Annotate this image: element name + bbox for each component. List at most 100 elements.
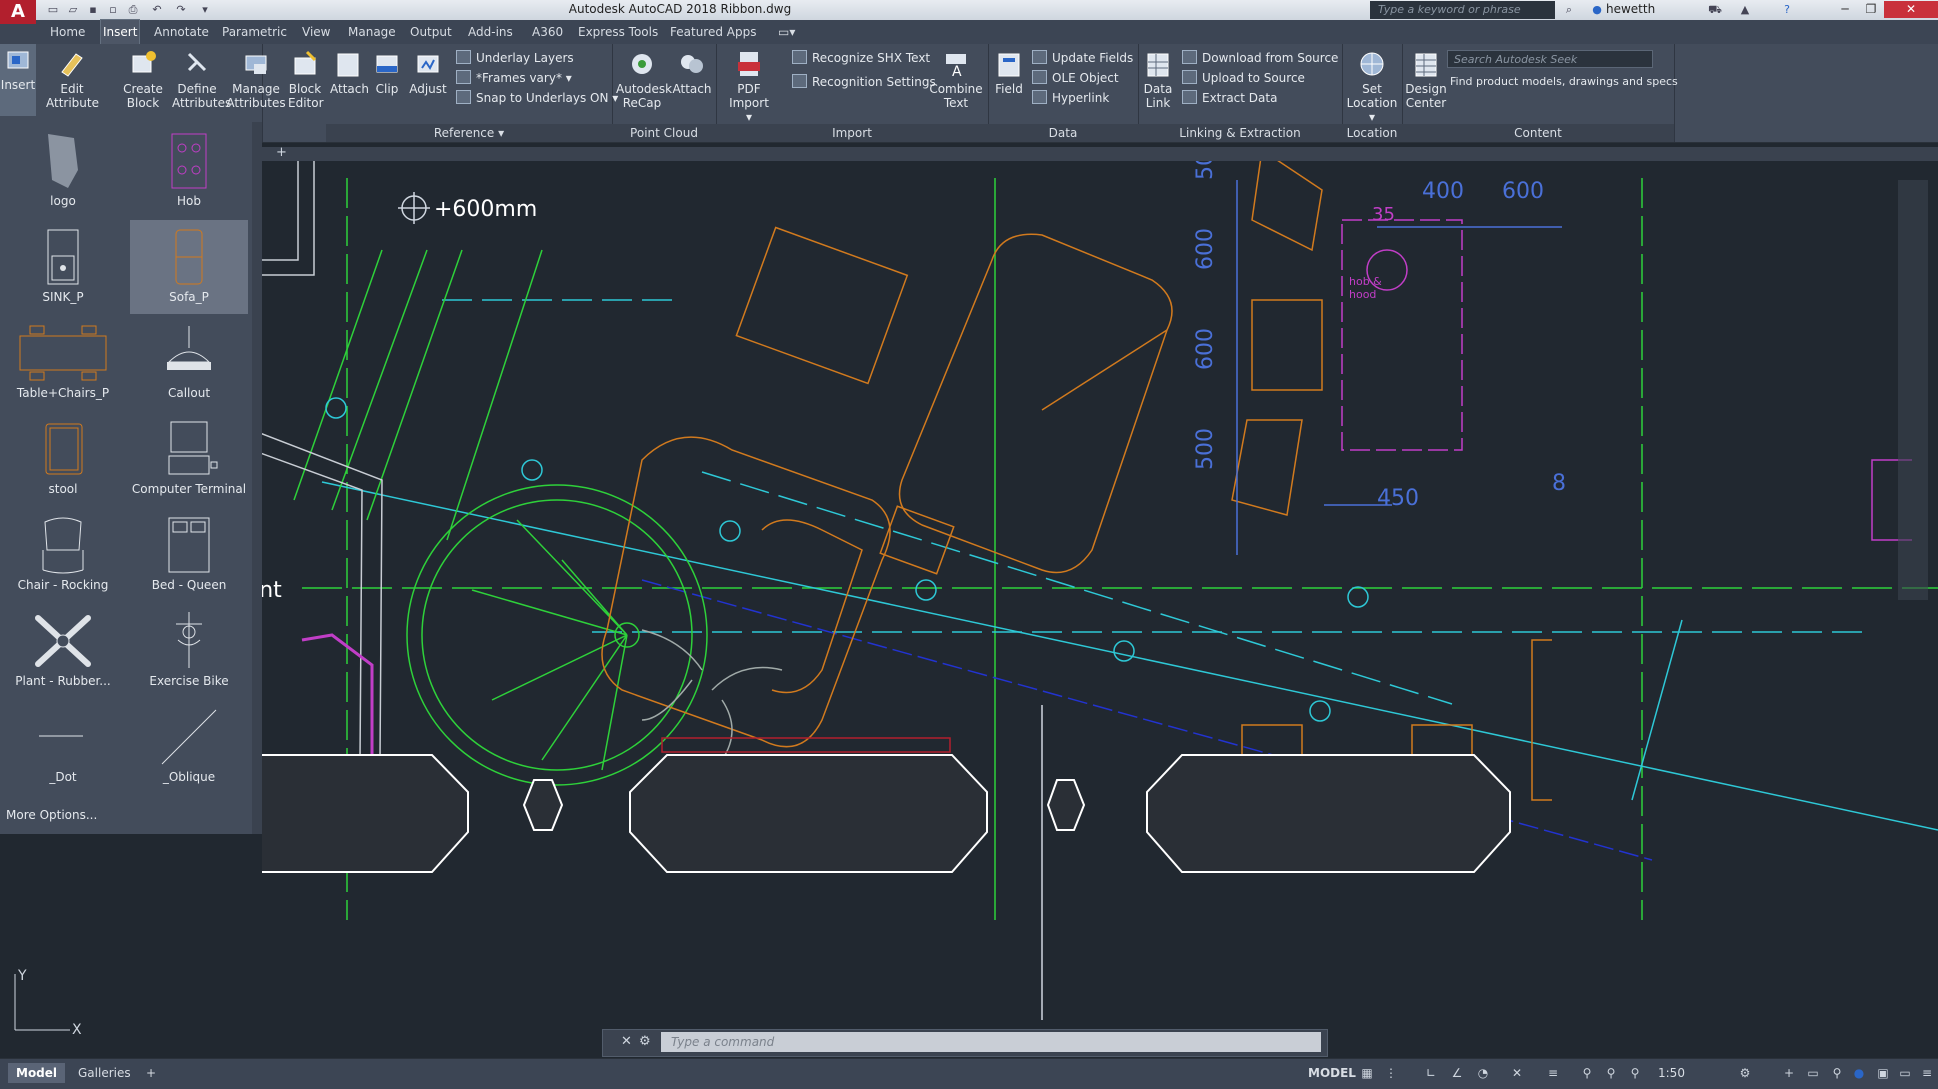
new-tab-icon[interactable]: + bbox=[276, 145, 287, 160]
attach-button[interactable]: Attach bbox=[330, 48, 369, 96]
application-menu-button[interactable]: A bbox=[0, 0, 36, 24]
tab-a360[interactable]: A360 bbox=[530, 20, 565, 44]
field-button[interactable]: Field bbox=[992, 48, 1026, 96]
tool-exercise-bike[interactable]: Exercise Bike bbox=[130, 604, 248, 698]
tab-manage[interactable]: Manage bbox=[346, 20, 398, 44]
tool-hob[interactable]: Hob bbox=[130, 124, 248, 218]
annotation-visibility-icon[interactable]: ⚲ bbox=[1580, 1066, 1594, 1080]
tool-oblique[interactable]: _Oblique bbox=[130, 700, 248, 794]
design-center-button[interactable]: Design Center bbox=[1404, 48, 1448, 110]
tool-plant-rubber[interactable]: Plant - Rubber... bbox=[4, 604, 122, 698]
pdf-import-button[interactable]: PDF Import ▾ bbox=[726, 48, 772, 124]
drawing-canvas[interactable]: +600mm font 400 600 450 8 35 500 600 600… bbox=[262, 160, 1938, 1060]
tool-sofa-p[interactable]: Sofa_P bbox=[130, 220, 248, 314]
tab-output[interactable]: Output bbox=[408, 20, 454, 44]
more-options-link[interactable]: More Options... bbox=[6, 808, 97, 822]
galleries-tab[interactable]: Galleries bbox=[70, 1063, 139, 1083]
tool-callout[interactable]: Callout bbox=[130, 316, 248, 410]
point-cloud-attach-button[interactable]: Attach bbox=[672, 48, 712, 96]
clean-screen-icon[interactable]: ▭ bbox=[1898, 1066, 1912, 1080]
command-input[interactable]: Type a command bbox=[661, 1032, 1321, 1052]
minimize-button[interactable]: ─ bbox=[1832, 1, 1858, 18]
block-editor-button[interactable]: Block Editor bbox=[288, 48, 324, 110]
maximize-button[interactable]: ❐ bbox=[1858, 1, 1884, 18]
tool-label: Bed - Queen bbox=[151, 578, 227, 592]
tab-annotate[interactable]: Annotate bbox=[152, 20, 211, 44]
insert-button[interactable]: Insert bbox=[0, 44, 36, 116]
ole-object-button[interactable]: OLE Object bbox=[1032, 70, 1119, 86]
point-cloud-panel-title: Point Cloud bbox=[612, 124, 716, 142]
tool-logo[interactable]: logo bbox=[4, 124, 122, 218]
tool-sink-p[interactable]: SINK_P bbox=[4, 220, 122, 314]
manage-attributes-button[interactable]: Manage Attributes bbox=[226, 48, 286, 110]
download-from-source-button[interactable]: Download from Source bbox=[1182, 50, 1338, 66]
isodraft-icon[interactable]: ◔ bbox=[1476, 1066, 1490, 1080]
update-fields-button[interactable]: Update Fields bbox=[1032, 50, 1133, 66]
hardware-acceleration-icon[interactable]: ▣ bbox=[1876, 1066, 1890, 1080]
tab-insert[interactable]: Insert bbox=[100, 19, 141, 44]
grid-icon[interactable]: ▦ bbox=[1360, 1066, 1374, 1080]
ucs-x-label: X bbox=[72, 1022, 82, 1038]
help-icon[interactable]: ? bbox=[1780, 3, 1794, 17]
recognize-shx-text-button[interactable]: Recognize SHX Text bbox=[792, 50, 930, 66]
customize-command-icon[interactable]: ⚙ bbox=[639, 1034, 651, 1049]
osnap-icon[interactable]: ✕ bbox=[1510, 1066, 1524, 1080]
autodesk-recap-button[interactable]: Autodesk ReCap bbox=[616, 48, 672, 110]
annotation-scale-dropdown[interactable]: 1:50 bbox=[1650, 1063, 1693, 1083]
tab-view[interactable]: View bbox=[300, 20, 332, 44]
close-command-icon[interactable]: ✕ bbox=[621, 1034, 632, 1049]
polar-icon[interactable]: ∠ bbox=[1450, 1066, 1464, 1080]
combine-text-button[interactable]: A Combine Text bbox=[928, 48, 984, 110]
tab-home[interactable]: Home bbox=[48, 20, 87, 44]
customization-icon[interactable]: ≡ bbox=[1920, 1066, 1934, 1080]
lineweight-icon[interactable]: ≡ bbox=[1546, 1066, 1560, 1080]
quick-properties-icon[interactable]: ⚲ bbox=[1830, 1066, 1844, 1080]
workspace-gear-icon[interactable]: ⚙ bbox=[1738, 1066, 1752, 1080]
set-location-button[interactable]: Set Location ▾ bbox=[1346, 48, 1398, 124]
binoculars-icon[interactable]: ⌕ bbox=[1562, 3, 1576, 17]
snap-icon[interactable]: ⋮ bbox=[1384, 1066, 1398, 1080]
close-button[interactable]: ✕ bbox=[1884, 1, 1938, 18]
hyperlink-button[interactable]: Hyperlink bbox=[1032, 90, 1109, 106]
underlay-layers-button[interactable]: Underlay Layers bbox=[456, 50, 574, 66]
frames-vary-dropdown[interactable]: *Frames vary* ▾ bbox=[456, 70, 572, 86]
help-search-input[interactable]: Type a keyword or phrase bbox=[1370, 1, 1555, 19]
snap-to-underlays-dropdown[interactable]: Snap to Underlays ON ▾ bbox=[456, 90, 618, 106]
extract-data-button[interactable]: Extract Data bbox=[1182, 90, 1277, 106]
data-link-button[interactable]: Data Link bbox=[1142, 48, 1174, 110]
adjust-button[interactable]: Adjust bbox=[408, 48, 448, 96]
define-attributes-button[interactable]: Define Attributes bbox=[172, 48, 231, 110]
tool-dot[interactable]: _Dot bbox=[4, 700, 122, 794]
navigation-bar[interactable] bbox=[1898, 180, 1928, 600]
user-name[interactable]: hewetth bbox=[1606, 2, 1655, 16]
ortho-icon[interactable]: ∟ bbox=[1424, 1066, 1438, 1080]
a360-icon[interactable]: ▲ bbox=[1738, 3, 1752, 17]
model-layout-tab[interactable]: Model bbox=[8, 1063, 66, 1083]
tool-table-chairs[interactable]: Table+Chairs_P bbox=[4, 316, 122, 410]
annotation-monitor-icon[interactable]: + bbox=[1782, 1066, 1796, 1080]
tab-parametric[interactable]: Parametric bbox=[220, 20, 289, 44]
tool-chair-rocking[interactable]: Chair - Rocking bbox=[4, 508, 122, 602]
tool-stool[interactable]: stool bbox=[4, 412, 122, 506]
tab-featured-apps[interactable]: Featured Apps bbox=[668, 20, 758, 44]
isolate-objects-icon[interactable]: ● bbox=[1852, 1066, 1866, 1080]
edit-attribute-button[interactable]: Edit Attribute bbox=[46, 48, 99, 110]
upload-to-source-button[interactable]: Upload to Source bbox=[1182, 70, 1305, 86]
tab-add-ins[interactable]: Add-ins bbox=[466, 20, 515, 44]
reference-panel-title[interactable]: Reference ▾ bbox=[326, 124, 612, 142]
palette-scrollbar[interactable] bbox=[252, 122, 262, 834]
seek-search-input[interactable]: Search Autodesk Seek bbox=[1447, 50, 1653, 68]
clip-button[interactable]: Clip bbox=[370, 48, 404, 96]
recognition-settings-button[interactable]: Recognition Settings bbox=[792, 74, 936, 90]
units-icon[interactable]: ▭ bbox=[1806, 1066, 1820, 1080]
auto-scale-icon[interactable]: ⚲ bbox=[1604, 1066, 1618, 1080]
model-space-toggle[interactable]: MODEL bbox=[1300, 1063, 1364, 1083]
cart-icon[interactable]: ⛟ bbox=[1708, 3, 1722, 17]
tool-bed-queen[interactable]: Bed - Queen bbox=[130, 508, 248, 602]
tab-overflow-icon[interactable]: ▭▾ bbox=[776, 20, 797, 44]
create-block-button[interactable]: Create Block bbox=[120, 48, 166, 110]
tool-computer-terminal[interactable]: Computer Terminal bbox=[130, 412, 248, 506]
add-layout-tab[interactable]: + bbox=[138, 1063, 164, 1083]
annotation-scale-icon[interactable]: ⚲ bbox=[1628, 1066, 1642, 1080]
tab-express-tools[interactable]: Express Tools bbox=[576, 20, 660, 44]
